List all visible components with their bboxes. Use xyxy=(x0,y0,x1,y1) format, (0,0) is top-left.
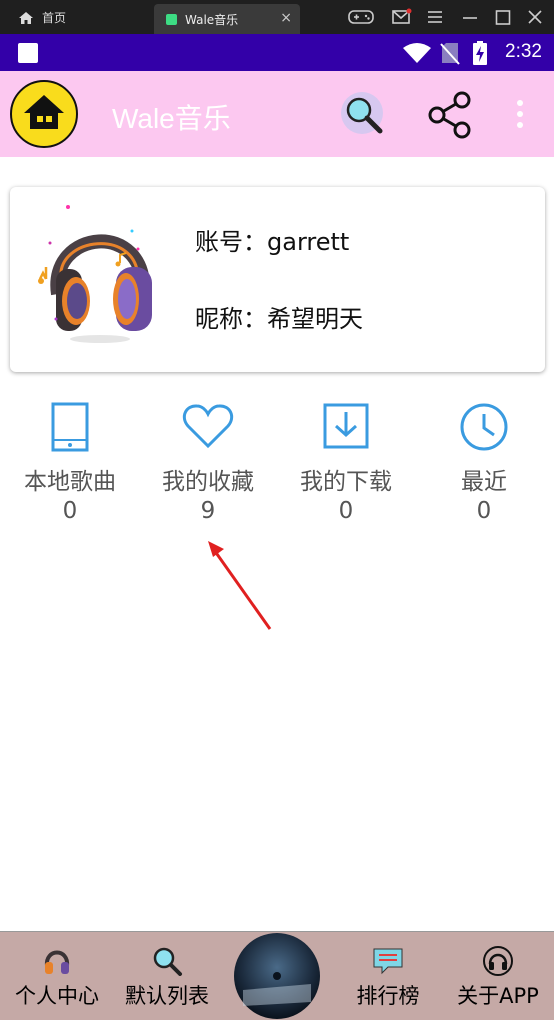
emulator-home-label: 首页 xyxy=(42,11,67,25)
download-icon xyxy=(323,403,369,449)
minimize-icon[interactable] xyxy=(462,8,478,26)
tab-close-button[interactable]: × xyxy=(280,10,292,26)
stat-label: 本地歌曲 xyxy=(24,469,116,495)
headphones-avatar xyxy=(38,205,152,343)
stat-label: 我的收藏 xyxy=(162,469,254,495)
more-vert-icon[interactable] xyxy=(514,99,526,129)
stat-label: 最近 xyxy=(461,469,507,495)
clock-icon xyxy=(460,403,508,451)
emulator-title-bar: 首页 Wale音乐 × xyxy=(0,0,554,34)
menu-icon[interactable] xyxy=(427,8,443,26)
annotation-arrow xyxy=(208,541,272,630)
nav-item-profile[interactable]: 个人中心 xyxy=(4,946,110,1010)
stat-favorites[interactable]: 我的收藏 9 xyxy=(139,402,277,524)
chat-icon xyxy=(373,948,403,975)
emulator-app-tab[interactable]: Wale音乐 × xyxy=(154,4,300,34)
nav-label: 个人中心 xyxy=(15,984,99,1008)
status-time: 2:32 xyxy=(505,41,542,62)
album-disc xyxy=(234,933,320,1019)
nav-item-rankings[interactable]: 排行榜 xyxy=(338,946,438,1010)
nav-label: 关于APP xyxy=(457,984,539,1008)
stat-label: 我的下载 xyxy=(300,469,392,495)
mail-icon[interactable] xyxy=(392,8,412,26)
gamepad-icon[interactable] xyxy=(347,8,375,26)
heart-icon xyxy=(182,404,234,449)
nav-album-disc[interactable] xyxy=(233,932,321,1024)
nav-label: 默认列表 xyxy=(125,984,209,1008)
close-window-icon[interactable] xyxy=(527,8,543,26)
emulator-tab-title: Wale音乐 xyxy=(185,12,239,27)
home-icon xyxy=(19,11,33,24)
account-label: 账号：garrett xyxy=(195,228,350,256)
stat-count: 9 xyxy=(200,498,216,524)
nav-item-about[interactable]: 关于APP xyxy=(446,946,550,1010)
no-sim-icon xyxy=(440,43,460,65)
search-icon[interactable] xyxy=(340,91,386,137)
android-status-bar: 2:32 xyxy=(0,34,554,71)
nav-item-default-list[interactable]: 默认列表 xyxy=(116,946,218,1010)
stat-count: 0 xyxy=(338,498,354,524)
tablet-icon xyxy=(51,402,89,452)
battery-charging-icon xyxy=(473,41,487,65)
app-title: Wale音乐 xyxy=(112,103,231,134)
notification-square-icon xyxy=(18,43,38,63)
nav-label: 排行榜 xyxy=(356,984,420,1008)
stat-local-songs[interactable]: 本地歌曲 0 xyxy=(1,402,139,524)
stat-recent[interactable]: 最近 0 xyxy=(415,402,553,524)
stat-count: 0 xyxy=(476,498,492,524)
emulator-home-tab[interactable]: 首页 xyxy=(18,9,66,26)
home-icon[interactable] xyxy=(9,79,79,149)
maximize-icon[interactable] xyxy=(495,8,511,26)
wifi-icon xyxy=(403,43,431,63)
stat-count: 0 xyxy=(62,498,78,524)
headset-icon xyxy=(483,946,513,976)
share-icon[interactable] xyxy=(425,90,475,140)
nickname-label: 昵称：希望明天 xyxy=(195,305,363,333)
headphones-icon xyxy=(44,950,70,974)
bottom-navigation: 个人中心 默认列表 排行榜 关于APP xyxy=(0,931,554,1020)
app-toolbar: Wale音乐 xyxy=(0,71,554,157)
stat-downloads[interactable]: 我的下载 0 xyxy=(277,402,415,524)
profile-card[interactable]: 账号：garrett 昵称：希望明天 xyxy=(10,187,545,372)
android-app-icon xyxy=(166,13,177,25)
search-icon xyxy=(153,947,182,976)
